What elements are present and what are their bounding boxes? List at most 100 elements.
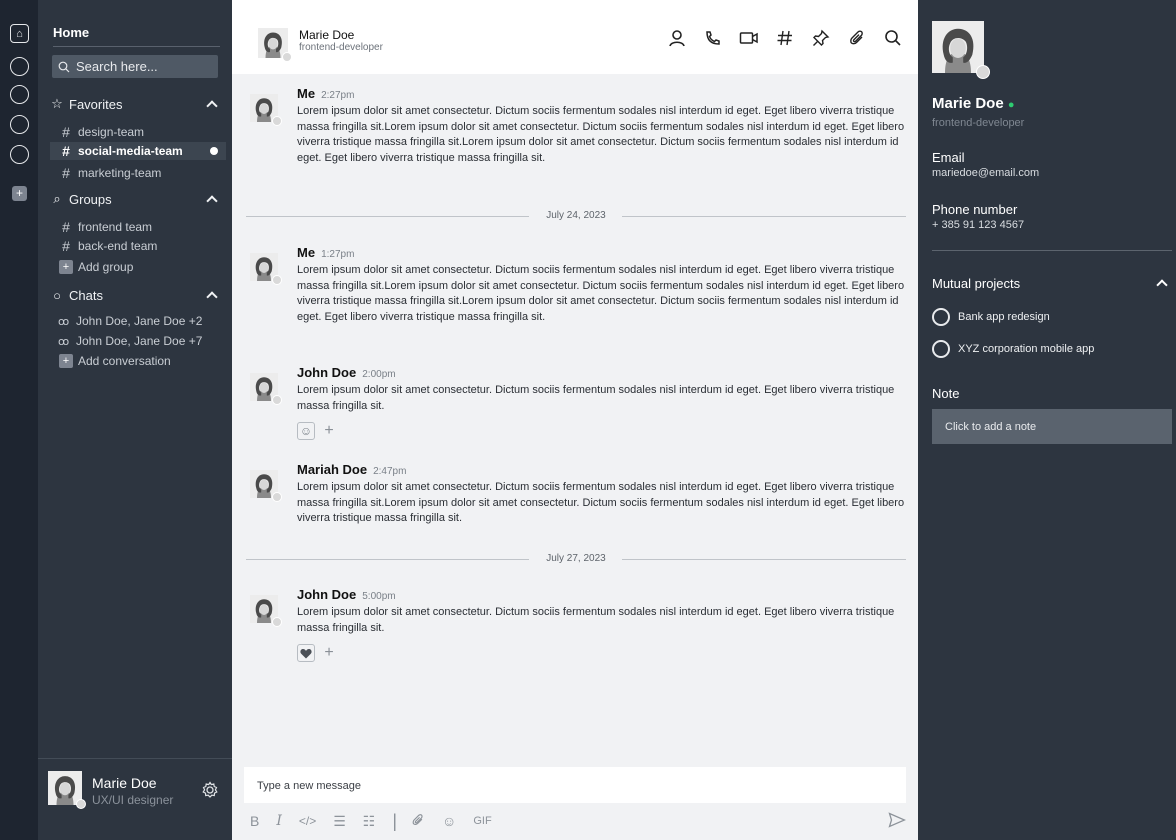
workspace-rail: ⌂ + [0, 0, 38, 840]
contact-role: frontend-developer [299, 42, 383, 53]
add-reaction-button[interactable]: + [320, 422, 338, 440]
section-chats[interactable]: ○ Chats [50, 286, 218, 304]
project-label: XYZ corporation mobile app [958, 343, 1095, 355]
code-icon[interactable]: </> [299, 814, 316, 828]
unread-dot [210, 147, 218, 155]
sidebar-title: Home [53, 25, 90, 40]
note-input[interactable]: Click to add a note [932, 409, 1172, 444]
group-label: back-end team [78, 239, 158, 253]
people-icon: ꝏ [58, 335, 70, 348]
message-input[interactable]: Type a new message [244, 767, 906, 803]
search-icon[interactable] [882, 27, 904, 49]
chat-label: John Doe, Jane Doe +2 [76, 314, 203, 328]
profile-icon[interactable] [666, 27, 688, 49]
section-favorites[interactable]: ☆ Favorites [50, 95, 218, 113]
home-icon[interactable]: ⌂ [10, 24, 29, 43]
user-name: Marie Doe [92, 775, 157, 791]
message-time: 1:27pm [321, 249, 355, 260]
message-author: John Doe 5:00pm [297, 587, 396, 602]
section-groups[interactable]: ⌕ Groups [50, 190, 218, 208]
contact-name: Marie Doe ● [932, 95, 1015, 112]
workspace-icon[interactable] [10, 115, 29, 134]
phone-icon[interactable] [702, 27, 724, 49]
add-reaction-button[interactable]: + [320, 644, 338, 662]
chevron-up-icon[interactable] [206, 291, 218, 303]
add-conversation-button[interactable]: + Add conversation [58, 352, 228, 370]
send-icon[interactable] [888, 811, 907, 831]
status-dot [282, 52, 292, 62]
date-divider: July 27, 2023 [246, 552, 906, 566]
video-icon[interactable] [738, 27, 760, 49]
workspace-icon[interactable] [10, 57, 29, 76]
message-time: 2:27pm [321, 90, 355, 101]
bullet-list-icon[interactable]: ☰ [333, 813, 346, 830]
italic-icon[interactable]: I [276, 813, 282, 829]
people-icon: ꝏ [58, 315, 70, 328]
message-author: Mariah Doe 2:47pm [297, 462, 407, 477]
chat-item[interactable]: ꝏ John Doe, Jane Doe +7 [58, 332, 228, 350]
smiley-reaction-icon[interactable]: ☺ [297, 422, 315, 440]
paperclip-icon[interactable] [411, 813, 425, 830]
gif-button[interactable]: GIF [473, 815, 491, 827]
message-author: John Doe 2:00pm [297, 365, 396, 380]
contact-role: frontend-developer [932, 117, 1025, 129]
plus-icon: + [59, 354, 73, 368]
gear-icon[interactable] [201, 781, 219, 799]
avatar [250, 470, 282, 502]
group-item[interactable]: # frontend team [58, 218, 228, 236]
hashtag-icon[interactable] [774, 27, 796, 49]
plus-icon: + [59, 260, 73, 274]
chat-panel: Marie Doe frontend-developer Me 2:27pm Lo… [232, 0, 918, 840]
note-label: Note [932, 386, 960, 401]
avatar [250, 94, 282, 126]
workspace-icon[interactable] [10, 85, 29, 104]
paperclip-icon[interactable] [846, 27, 868, 49]
project-item[interactable]: XYZ corporation mobile app [932, 340, 1094, 358]
status-dot [272, 116, 282, 126]
channel-item[interactable]: # marketing-team [58, 164, 228, 182]
section-label: Chats [69, 287, 103, 303]
channel-item-active[interactable]: # social-media-team [50, 142, 226, 160]
group-item[interactable]: # back-end team [58, 237, 228, 255]
heart-reaction-icon[interactable] [297, 644, 315, 662]
message-time: 2:00pm [362, 369, 396, 380]
project-item[interactable]: Bank app redesign [932, 308, 1050, 326]
group-label: frontend team [78, 220, 153, 234]
avatar [932, 21, 990, 79]
hash-icon: # [62, 124, 70, 140]
hash-icon: # [62, 165, 70, 181]
emoji-icon[interactable]: ☺ [442, 813, 456, 829]
add-workspace-button[interactable]: + [12, 186, 27, 201]
phone-value: + 385 91 123 4567 [932, 219, 1025, 231]
current-user[interactable]: Marie Doe UX/UI designer [38, 758, 232, 840]
message-input-placeholder: Type a new message [257, 780, 361, 792]
message-text: Lorem ipsum dolor sit amet consectetur. … [297, 384, 895, 412]
chevron-up-icon[interactable] [206, 100, 218, 112]
avatar [48, 771, 86, 809]
add-group-button[interactable]: + Add group [58, 258, 228, 276]
message-text: Lorem ipsum dolor sit amet consectetur. … [297, 264, 905, 323]
numbered-list-icon[interactable]: ☷ [363, 813, 376, 830]
workspace-icon[interactable] [10, 145, 29, 164]
chat-bubble-icon: ○ [53, 287, 61, 303]
add-group-label: Add group [78, 260, 134, 274]
search-input[interactable]: Search here... [52, 55, 218, 78]
bold-icon[interactable]: B [250, 813, 259, 829]
chevron-up-icon[interactable] [206, 195, 218, 207]
chat-label: John Doe, Jane Doe +7 [76, 334, 203, 348]
message-time: 5:00pm [362, 591, 396, 602]
chevron-up-icon[interactable] [1156, 279, 1168, 291]
avatar [250, 253, 282, 285]
contact-details-panel: Marie Doe ● frontend-developer Email mar… [918, 0, 1176, 840]
status-dot [76, 799, 86, 809]
avatar [258, 28, 292, 62]
note-placeholder: Click to add a note [945, 421, 1037, 433]
reactions: ☺ + [297, 422, 338, 440]
message-text: Lorem ipsum dolor sit amet consectetur. … [297, 606, 895, 634]
status-dot [272, 492, 282, 502]
pin-icon[interactable] [810, 27, 832, 49]
message-author: Me 1:27pm [297, 245, 355, 260]
phone-label: Phone number [932, 202, 1018, 217]
channel-item[interactable]: # design-team [58, 123, 228, 141]
chat-item[interactable]: ꝏ John Doe, Jane Doe +2 [58, 312, 228, 330]
